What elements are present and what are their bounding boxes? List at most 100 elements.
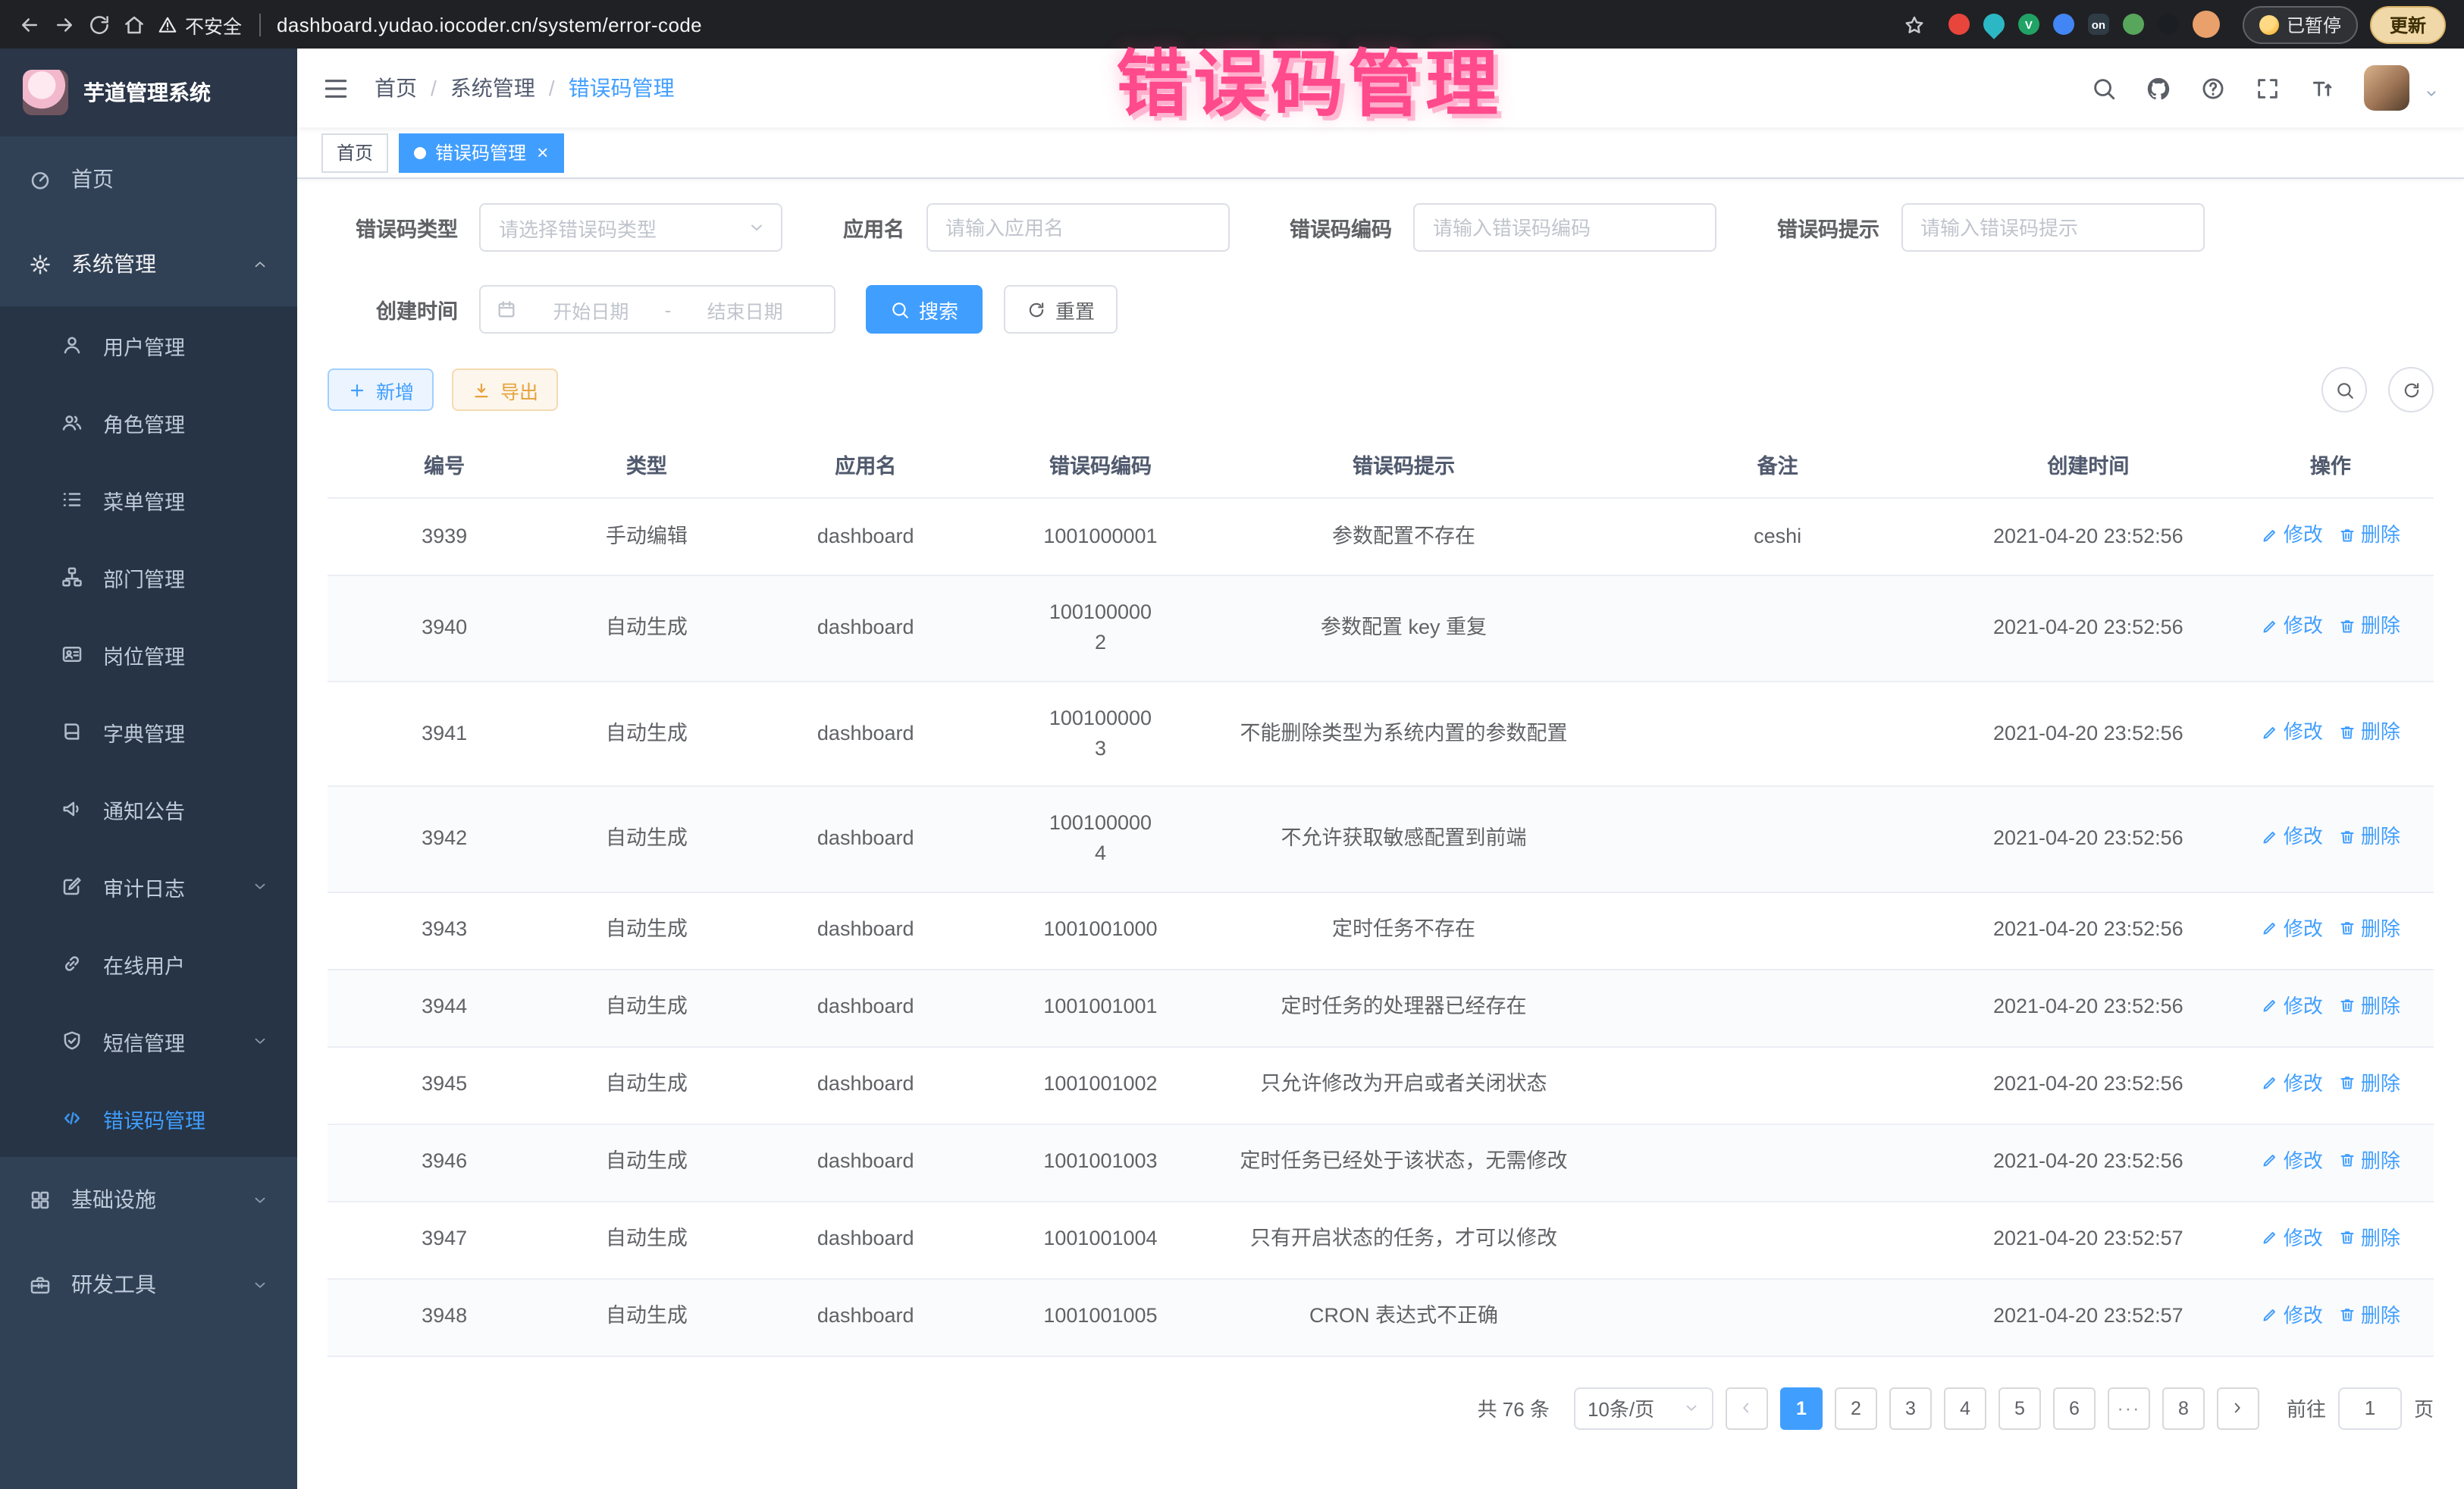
sidebar-item-post[interactable]: 岗位管理 [0, 616, 297, 693]
error-type-select[interactable]: 请选择错误码类型 [479, 203, 782, 252]
browser-home-icon[interactable] [123, 13, 146, 36]
edit-link[interactable]: 修改 [2261, 1300, 2323, 1330]
profile-avatar-icon[interactable] [2193, 11, 2220, 38]
security-label: 不安全 [185, 10, 242, 39]
error-code-input[interactable] [1413, 203, 1716, 252]
page-button-5[interactable]: 5 [1998, 1387, 2041, 1429]
add-button[interactable]: 新增 [328, 368, 434, 411]
delete-link[interactable]: 删除 [2338, 823, 2400, 852]
delete-link[interactable]: 删除 [2338, 520, 2400, 550]
edit-link[interactable]: 修改 [2261, 823, 2323, 852]
red-extension-icon[interactable] [1948, 14, 1970, 35]
teal-drop-extension-icon[interactable] [1979, 9, 2009, 39]
leaf-extension-icon[interactable] [2123, 14, 2144, 35]
pencil-icon [2261, 1306, 2279, 1324]
delete-link[interactable]: 删除 [2338, 991, 2400, 1020]
breadcrumb-item[interactable]: 系统管理 [450, 73, 535, 103]
cell-time: 2021-04-20 23:52:56 [1949, 1124, 2227, 1201]
delete-link[interactable]: 删除 [2338, 914, 2400, 943]
sidebar-item-home[interactable]: 首页 [0, 136, 297, 221]
edit-link[interactable]: 修改 [2261, 1223, 2323, 1252]
cell-memo [1606, 969, 1949, 1046]
on-badge-extension-icon[interactable]: on [2088, 14, 2109, 35]
app-logo[interactable]: 芋道管理系统 [0, 49, 297, 136]
sidebar-item-infra[interactable]: 基础设施 [0, 1157, 297, 1242]
delete-link[interactable]: 删除 [2338, 1146, 2400, 1175]
sidebar-item-role[interactable]: 角色管理 [0, 384, 297, 461]
sidebar-item-user[interactable]: 用户管理 [0, 306, 297, 384]
sidebar-item-sms[interactable]: 短信管理 [0, 1002, 297, 1080]
sidebar-item-error-code[interactable]: 错误码管理 [0, 1080, 297, 1157]
help-icon[interactable] [2200, 75, 2226, 101]
page-button-1[interactable]: 1 [1780, 1387, 1823, 1429]
reset-button[interactable]: 重置 [1004, 285, 1118, 334]
delete-link[interactable]: 删除 [2338, 717, 2400, 747]
sidebar-item-notice[interactable]: 通知公告 [0, 770, 297, 848]
page-size-select[interactable]: 10条/页 [1574, 1387, 1713, 1429]
prev-page-button[interactable] [1726, 1387, 1768, 1429]
refresh-table-button[interactable] [2388, 367, 2434, 412]
edit-link[interactable]: 修改 [2261, 1068, 2323, 1098]
browser-reload-icon[interactable] [88, 13, 111, 36]
sidebar-item-dict[interactable]: 字典管理 [0, 693, 297, 770]
edit-link[interactable]: 修改 [2261, 1146, 2323, 1175]
header-search-icon[interactable] [2091, 75, 2117, 101]
table-row: 3945自动生成dashboard1001001002只允许修改为开启或者关闭状… [328, 1046, 2434, 1124]
grid-icon [29, 1188, 52, 1211]
blue-grid-extension-icon[interactable] [2053, 14, 2074, 35]
edit-link[interactable]: 修改 [2261, 612, 2323, 641]
security-indicator[interactable]: 不安全 [158, 10, 242, 39]
browser-forward-icon[interactable] [53, 13, 76, 36]
cell-actions: 修改删除 [2227, 1201, 2434, 1278]
delete-link[interactable]: 删除 [2338, 612, 2400, 641]
paused-badge[interactable]: 已暂停 [2243, 5, 2358, 43]
fullscreen-icon[interactable] [2255, 75, 2281, 101]
sidebar-item-dev-tools[interactable]: 研发工具 [0, 1242, 297, 1327]
green-v-extension-icon[interactable]: V [2018, 14, 2039, 35]
cell-memo [1606, 575, 1949, 681]
sidebar-item-audit-log[interactable]: 审计日志 [0, 848, 297, 925]
bookmark-star-icon[interactable] [1903, 13, 1926, 36]
tab-home[interactable]: 首页 [321, 133, 388, 172]
breadcrumb-item[interactable]: 首页 [375, 73, 417, 103]
next-page-button[interactable] [2217, 1387, 2259, 1429]
font-size-icon[interactable] [2309, 75, 2335, 101]
user-avatar[interactable] [2364, 65, 2409, 111]
sidebar-item-online-user[interactable]: 在线用户 [0, 925, 297, 1002]
edit-link[interactable]: 修改 [2261, 717, 2323, 747]
goto-page-input[interactable] [2338, 1387, 2402, 1429]
page-button-3[interactable]: 3 [1889, 1387, 1932, 1429]
edit-link[interactable]: 修改 [2261, 991, 2323, 1020]
github-icon[interactable] [2146, 75, 2171, 101]
delete-link[interactable]: 删除 [2338, 1068, 2400, 1098]
tab-error-code[interactable]: 错误码管理× [399, 133, 563, 172]
create-time-range-picker[interactable]: 开始日期 - 结束日期 [479, 285, 835, 334]
cell-type: 自动生成 [561, 1046, 732, 1124]
toggle-search-button[interactable] [2321, 367, 2367, 412]
cell-actions: 修改删除 [2227, 498, 2434, 575]
edit-link[interactable]: 修改 [2261, 520, 2323, 550]
sidebar-item-dept[interactable]: 部门管理 [0, 538, 297, 616]
page-button-6[interactable]: 6 [2053, 1387, 2096, 1429]
tab-close-icon[interactable]: × [537, 143, 548, 162]
delete-link[interactable]: 删除 [2338, 1300, 2400, 1330]
update-button[interactable]: 更新 [2370, 5, 2446, 43]
page-button-4[interactable]: 4 [1944, 1387, 1986, 1429]
sidebar-item-system[interactable]: 系统管理 [0, 221, 297, 306]
sidebar-item-menu[interactable]: 菜单管理 [0, 461, 297, 538]
edit-link[interactable]: 修改 [2261, 914, 2323, 943]
dark-extension-icon[interactable] [2158, 14, 2179, 35]
app-name-input[interactable] [926, 203, 1229, 252]
page-button-8[interactable]: 8 [2162, 1387, 2205, 1429]
address-bar[interactable]: dashboard.yudao.iocoder.cn/system/error-… [277, 13, 702, 36]
browser-back-icon[interactable] [18, 13, 41, 36]
caret-down-icon[interactable] [2423, 85, 2440, 102]
chevron-down-icon [1683, 1400, 1700, 1416]
search-button[interactable]: 搜索 [866, 285, 983, 334]
delete-link[interactable]: 删除 [2338, 1223, 2400, 1252]
more-pages-button[interactable]: ··· [2108, 1387, 2150, 1429]
error-hint-input[interactable] [1901, 203, 2204, 252]
page-button-2[interactable]: 2 [1835, 1387, 1877, 1429]
sidebar-toggle-icon[interactable] [321, 74, 350, 102]
export-button[interactable]: 导出 [452, 368, 558, 411]
